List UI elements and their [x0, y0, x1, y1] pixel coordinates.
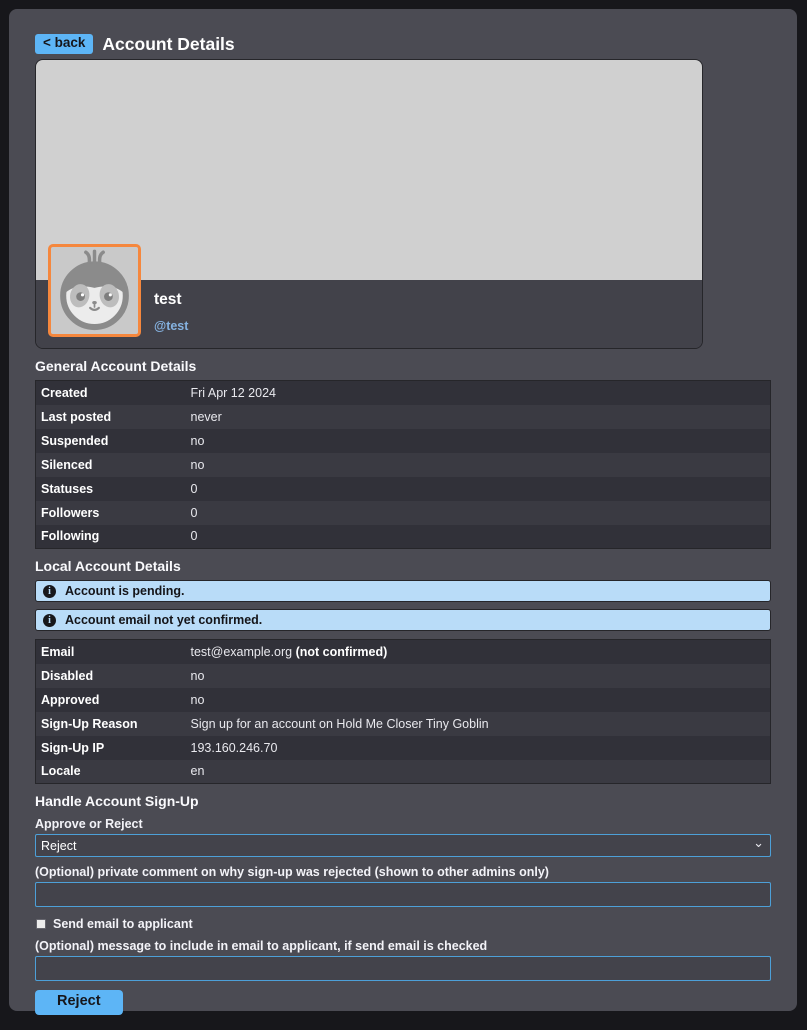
- general-details-heading: General Account Details: [35, 358, 771, 374]
- back-button[interactable]: < back: [35, 34, 93, 54]
- row-value: test@example.org (not confirmed): [186, 640, 771, 664]
- reject-submit-button[interactable]: Reject: [35, 990, 123, 1015]
- send-email-checkbox[interactable]: [36, 919, 46, 929]
- row-label: Following: [36, 525, 186, 549]
- row-value: 0: [186, 477, 771, 501]
- approve-reject-select[interactable]: Reject: [35, 834, 771, 857]
- approve-reject-label: Approve or Reject: [35, 817, 771, 831]
- page-title: Account Details: [102, 34, 234, 55]
- row-value: no: [186, 453, 771, 477]
- row-value: no: [186, 688, 771, 712]
- approve-reject-select-wrap: Reject ⌄: [35, 834, 771, 857]
- row-label: Disabled: [36, 664, 186, 688]
- table-row: Statuses 0: [36, 477, 771, 501]
- table-row: Locale en: [36, 760, 771, 784]
- table-row: Followers 0: [36, 501, 771, 525]
- table-row: Following 0: [36, 525, 771, 549]
- row-label: Silenced: [36, 453, 186, 477]
- email-message-label: (Optional) message to include in email t…: [35, 939, 771, 953]
- row-label: Sign-Up Reason: [36, 712, 186, 736]
- email-unconfirmed-notice: i Account email not yet confirmed.: [35, 609, 771, 631]
- info-icon: i: [43, 614, 56, 627]
- table-row: Sign-Up Reason Sign up for an account on…: [36, 712, 771, 736]
- row-label: Sign-Up IP: [36, 736, 186, 760]
- table-row: Sign-Up IP 193.160.246.70: [36, 736, 771, 760]
- table-row: Created Fri Apr 12 2024: [36, 381, 771, 405]
- private-comment-label: (Optional) private comment on why sign-u…: [35, 865, 771, 879]
- send-email-label[interactable]: Send email to applicant: [53, 917, 193, 931]
- username-link[interactable]: @test: [154, 319, 702, 333]
- row-label: Followers: [36, 501, 186, 525]
- general-details-table: Created Fri Apr 12 2024 Last posted neve…: [35, 380, 771, 549]
- private-comment-input[interactable]: [35, 882, 771, 907]
- row-value: no: [186, 429, 771, 453]
- row-value: 0: [186, 525, 771, 549]
- account-details-panel: < back Account Details test @test: [9, 9, 797, 1011]
- row-value: 193.160.246.70: [186, 736, 771, 760]
- avatar[interactable]: [48, 244, 141, 337]
- row-label: Locale: [36, 760, 186, 784]
- sloth-avatar-icon: [51, 247, 138, 334]
- row-value: en: [186, 760, 771, 784]
- email-unconfirmed-flag: (not confirmed): [296, 645, 388, 659]
- table-row: Disabled no: [36, 664, 771, 688]
- profile-card: test @test: [35, 59, 703, 349]
- row-label: Statuses: [36, 477, 186, 501]
- notice-text: Account is pending.: [65, 584, 184, 598]
- row-value: no: [186, 664, 771, 688]
- row-label: Last posted: [36, 405, 186, 429]
- local-details-heading: Local Account Details: [35, 558, 771, 574]
- page-header: < back Account Details: [35, 33, 771, 55]
- info-icon: i: [43, 585, 56, 598]
- row-label: Created: [36, 381, 186, 405]
- row-value: never: [186, 405, 771, 429]
- send-email-row: Send email to applicant: [35, 917, 771, 931]
- row-label: Suspended: [36, 429, 186, 453]
- table-row: Email test@example.org (not confirmed): [36, 640, 771, 664]
- notice-text: Account email not yet confirmed.: [65, 613, 262, 627]
- table-row: Last posted never: [36, 405, 771, 429]
- row-value: Fri Apr 12 2024: [186, 381, 771, 405]
- signup-heading: Handle Account Sign-Up: [35, 793, 771, 809]
- table-row: Suspended no: [36, 429, 771, 453]
- row-label: Email: [36, 640, 186, 664]
- local-details-table: Email test@example.org (not confirmed) D…: [35, 639, 771, 784]
- display-name: test: [154, 291, 702, 309]
- row-label: Approved: [36, 688, 186, 712]
- table-row: Approved no: [36, 688, 771, 712]
- row-value: 0: [186, 501, 771, 525]
- table-row: Silenced no: [36, 453, 771, 477]
- pending-notice: i Account is pending.: [35, 580, 771, 602]
- row-value: Sign up for an account on Hold Me Closer…: [186, 712, 771, 736]
- email-message-input[interactable]: [35, 956, 771, 981]
